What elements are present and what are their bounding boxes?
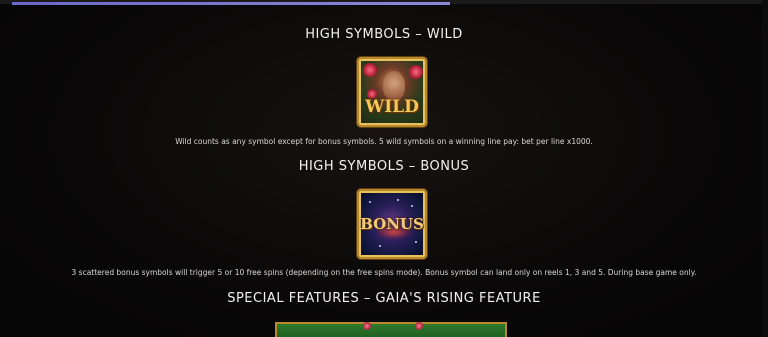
page-progress-track <box>0 0 768 5</box>
star-icon <box>379 245 381 247</box>
rose-icon <box>363 63 377 77</box>
wild-symbol-label: WILD <box>365 97 419 117</box>
star-icon <box>369 201 371 203</box>
page-progress-fill <box>12 2 450 5</box>
wild-section-heading: HIGH SYMBOLS – WILD <box>305 27 463 42</box>
rose-icon <box>409 65 423 79</box>
gaias-rising-feature-image <box>275 322 507 337</box>
star-icon <box>397 199 399 201</box>
bonus-description: 3 scattered bonus symbols will trigger 5… <box>71 268 697 277</box>
star-icon <box>411 205 413 207</box>
wild-description: Wild counts as any symbol except for bon… <box>175 137 593 146</box>
rose-icon <box>363 322 371 330</box>
bonus-symbol-icon: BONUS <box>357 189 427 259</box>
bonus-symbol-label: BONUS <box>360 215 424 233</box>
rose-icon <box>415 322 423 330</box>
star-icon <box>415 241 417 243</box>
wild-symbol-icon: WILD <box>357 57 427 127</box>
special-features-heading: SPECIAL FEATURES – GAIA'S RISING FEATURE <box>227 291 541 306</box>
bonus-section-heading: HIGH SYMBOLS – BONUS <box>298 159 470 174</box>
